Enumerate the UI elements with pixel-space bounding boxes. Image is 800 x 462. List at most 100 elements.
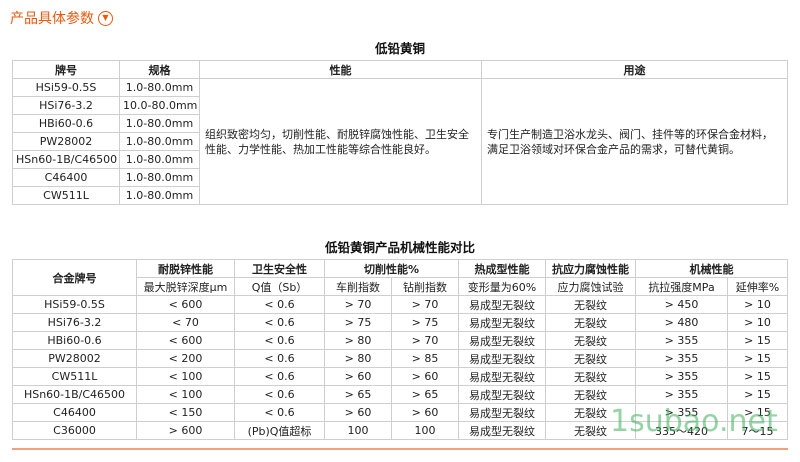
value-cell: > 70	[324, 295, 392, 314]
col-header-usage: 用途	[481, 60, 788, 79]
sub-header: Q值（Sb）	[234, 277, 325, 296]
sub-header: 变形量为60%	[458, 277, 546, 296]
sub-header: 钻削指数	[391, 277, 459, 296]
value-cell: 易成型无裂纹	[458, 331, 546, 350]
value-cell: 易成型无裂纹	[458, 421, 546, 440]
col-header-grade: 牌号	[12, 60, 120, 79]
value-cell: 335～420	[635, 421, 728, 440]
value-cell: > 75	[391, 313, 459, 332]
value-cell: > 80	[324, 331, 392, 350]
grade-cell: PW28002	[12, 132, 120, 151]
usage-cell: 专门生产制造卫浴水龙头、阀门、挂件等的环保合金材料，满足卫浴领域对环保合金产品的…	[481, 78, 788, 205]
value-cell: 无裂纹	[545, 331, 636, 350]
value-cell: > 70	[391, 295, 459, 314]
grade-cell: HSi76-3.2	[12, 96, 120, 115]
value-cell: 易成型无裂纹	[458, 385, 546, 404]
value-cell: < 150	[136, 403, 235, 422]
group-header-mechanical: 机械性能	[635, 259, 788, 278]
grade-cell: C46400	[12, 168, 120, 187]
alloy-cell: HSi59-0.5S	[12, 295, 137, 314]
value-cell: 7～15	[727, 421, 788, 440]
mechanical-properties-table: 合金牌号 耐脱锌性能 卫生安全性 切削性能% 热成型性能 抗应力腐蚀性能 机械性…	[12, 259, 788, 440]
value-cell: > 600	[136, 421, 235, 440]
table-row: PW28002 < 200 < 0.6 > 80 > 85 易成型无裂纹 无裂纹 > 355 >…	[12, 349, 788, 368]
sub-header: 应力腐蚀试验	[545, 277, 636, 296]
value-cell: < 100	[136, 385, 235, 404]
value-cell: > 80	[324, 349, 392, 368]
value-cell: > 450	[635, 295, 728, 314]
spec-cell: 1.0-80.0mm	[119, 150, 200, 169]
alloy-cell: CW511L	[12, 367, 137, 386]
value-cell: > 355	[635, 367, 728, 386]
value-cell: > 60	[324, 403, 392, 422]
value-cell: 无裂纹	[545, 385, 636, 404]
grade-cell: HSn60-1B/C46500	[12, 150, 120, 169]
value-cell: > 15	[727, 385, 788, 404]
value-cell: < 70	[136, 313, 235, 332]
grade-cell: HBi60-0.6	[12, 114, 120, 133]
grade-cell: CW511L	[12, 186, 120, 205]
spec-cell: 1.0-80.0mm	[119, 114, 200, 133]
chevron-down-circle-icon[interactable]: ▼	[98, 10, 113, 26]
sub-header: 延伸率%	[727, 277, 788, 296]
value-cell: > 15	[727, 403, 788, 422]
spec-cell: 1.0-80.0mm	[119, 132, 200, 151]
value-cell: 易成型无裂纹	[458, 403, 546, 422]
alloy-cell: HBi60-0.6	[12, 331, 137, 350]
value-cell: < 100	[136, 367, 235, 386]
value-cell: 易成型无裂纹	[458, 349, 546, 368]
table-row: HSn60-1B/C46500 < 100 < 0.6 > 65 > 65 易成型无裂纹无…	[12, 385, 788, 404]
value-cell: > 355	[635, 385, 728, 404]
alloy-cell: PW28002	[12, 349, 137, 368]
value-cell: < 0.6	[234, 385, 325, 404]
grade-cell: HSi59-0.5S	[12, 78, 120, 97]
group-header-safety: 卫生安全性	[234, 259, 325, 278]
value-cell: 无裂纹	[545, 349, 636, 368]
value-cell: 无裂纹	[545, 295, 636, 314]
table-row: HSi76-3.2 < 70 < 0.6 > 75 > 75 易成型无裂纹 无裂纹 > 480…	[12, 313, 788, 332]
value-cell: > 15	[727, 367, 788, 386]
value-cell: (Pb)Q值超标	[234, 421, 325, 440]
value-cell: > 355	[635, 349, 728, 368]
value-cell: 易成型无裂纹	[458, 295, 546, 314]
value-cell: < 0.6	[234, 403, 325, 422]
value-cell: > 60	[324, 367, 392, 386]
table-row: HSi59-0.5S 1.0-80.0mm 组织致密均匀，切削性能、耐脱锌腐蚀性能、…	[12, 78, 788, 205]
table-row: HSi59-0.5S < 600 < 0.6 > 70 > 70 易成型无裂纹 无裂纹 > 4…	[12, 295, 788, 314]
table1-caption: 低铅黄铜	[374, 41, 425, 56]
value-cell: > 60	[391, 403, 459, 422]
value-cell: > 480	[635, 313, 728, 332]
section-header: 产品具体参数 ▼	[10, 8, 113, 28]
spec-cell: 10.0-80.0mm	[119, 96, 200, 115]
spec-cell: 1.0-80.0mm	[119, 78, 200, 97]
sub-header: 车削指数	[324, 277, 392, 296]
value-cell: 100	[324, 421, 392, 440]
value-cell: 易成型无裂纹	[458, 367, 546, 386]
value-cell: 无裂纹	[545, 421, 636, 440]
value-cell: > 65	[324, 385, 392, 404]
table2-caption: 低铅黄铜产品机械性能对比	[324, 240, 475, 255]
value-cell: < 600	[136, 331, 235, 350]
value-cell: 无裂纹	[545, 403, 636, 422]
sub-header: 抗拉强度MPa	[635, 277, 728, 296]
value-cell: > 70	[391, 331, 459, 350]
value-cell: < 0.6	[234, 331, 325, 350]
alloy-cell: C36000	[12, 421, 137, 440]
group-header-machining: 切削性能%	[324, 259, 459, 278]
col-header-alloy: 合金牌号	[12, 259, 137, 296]
spec-cell: 1.0-80.0mm	[119, 168, 200, 187]
value-cell: > 85	[391, 349, 459, 368]
table-row: CW511L < 100 < 0.6 > 60 > 60 易成型无裂纹 无裂纹 > 355 > …	[12, 367, 788, 386]
table-row: HBi60-0.6 < 600 < 0.6 > 80 > 70 易成型无裂纹 无裂纹 > 35…	[12, 331, 788, 350]
section-title: 产品具体参数	[10, 11, 94, 27]
value-cell: 易成型无裂纹	[458, 313, 546, 332]
footer-divider	[12, 448, 788, 450]
table-row: C46400 < 150 < 0.6 > 60 > 60 易成型无裂纹 无裂纹 > 355 > …	[12, 403, 788, 422]
value-cell: > 10	[727, 313, 788, 332]
value-cell: 无裂纹	[545, 367, 636, 386]
value-cell: < 200	[136, 349, 235, 368]
value-cell: > 15	[727, 331, 788, 350]
group-header-hot-forming: 热成型性能	[458, 259, 546, 278]
performance-cell: 组织致密均匀，切削性能、耐脱锌腐蚀性能、卫生安全性能、力学性能、热加工性能等综合…	[199, 78, 482, 205]
value-cell: 100	[391, 421, 459, 440]
